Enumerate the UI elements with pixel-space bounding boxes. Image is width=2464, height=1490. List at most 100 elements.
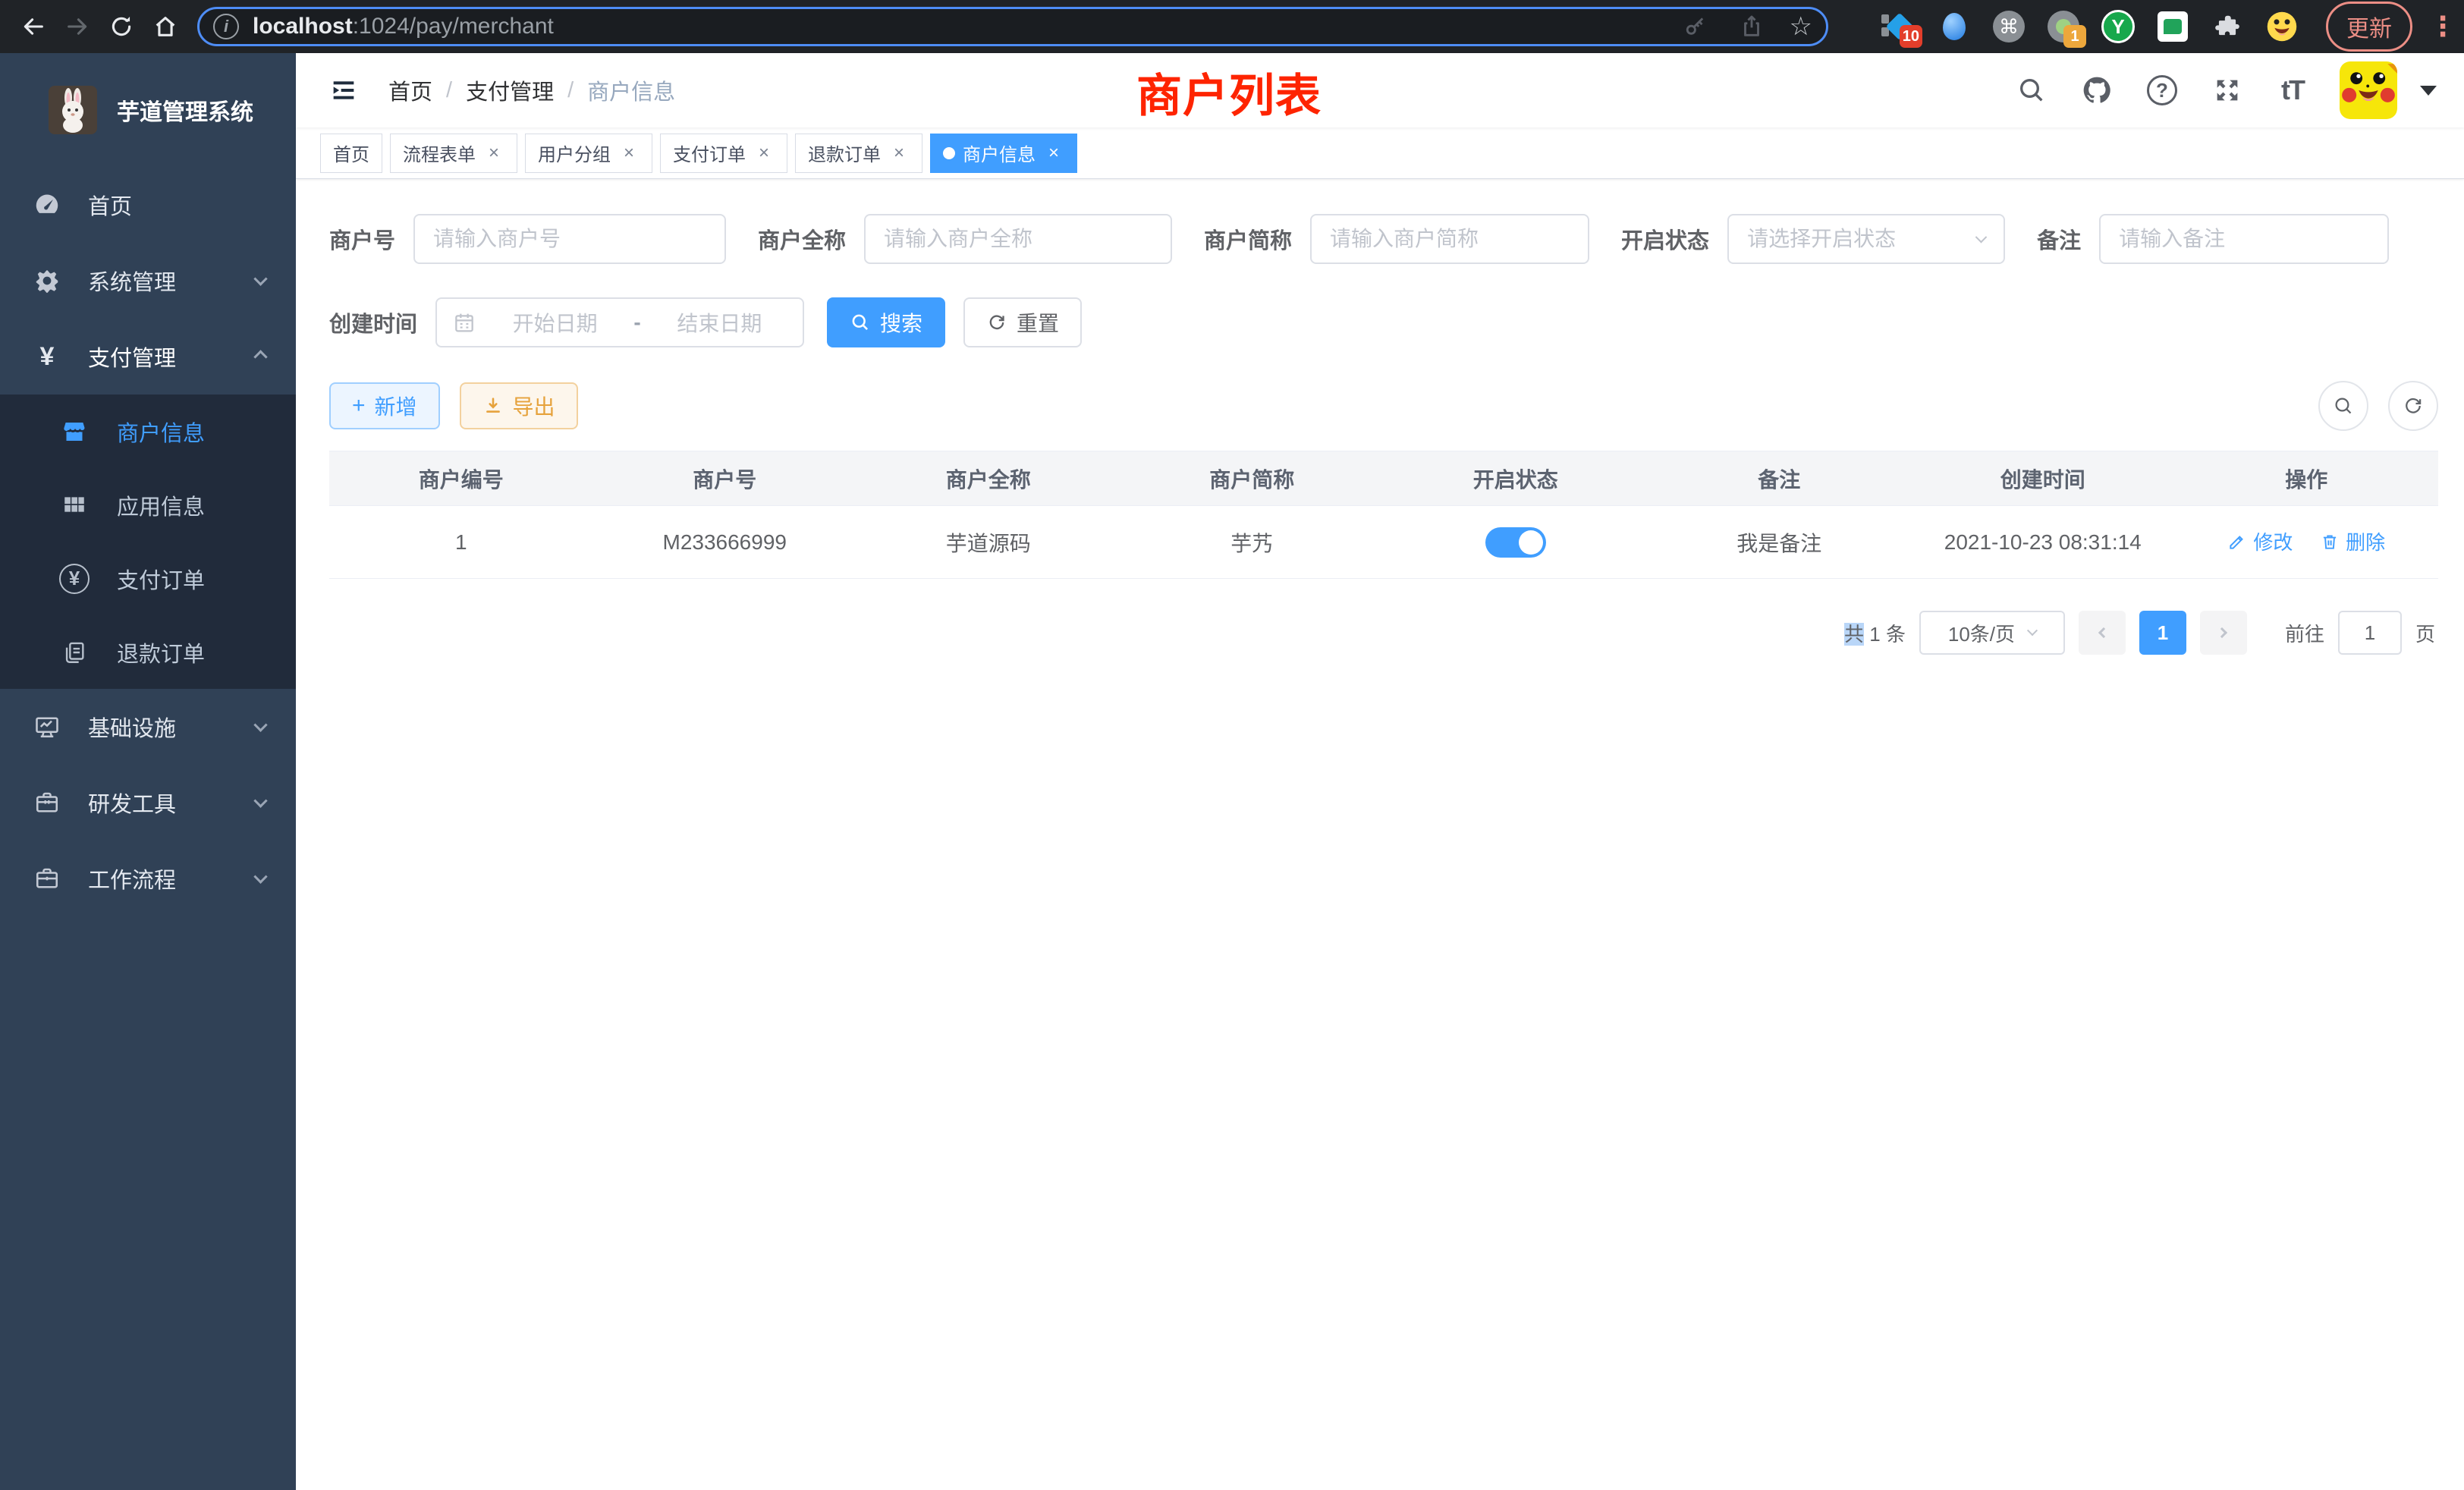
briefcase-icon [30,862,64,895]
cell-short-name: 芋艿 [1120,506,1384,579]
table-header-row: 商户编号 商户号 商户全称 商户简称 开启状态 备注 创建时间 操作 [329,451,2438,506]
tab-refund-order[interactable]: 退款订单× [795,134,922,173]
short-name-input[interactable] [1310,214,1589,264]
cell-merchant-name: 芋道源码 [856,506,1120,579]
sidebar-item-pay[interactable]: ¥ 支付管理 [0,319,296,395]
extension-y-icon[interactable]: Y [2101,10,2135,43]
merchant-no-label: 商户号 [329,223,395,255]
extension-diamond-icon[interactable]: 10 [1883,10,1916,43]
breadcrumb-home[interactable]: 首页 [388,74,432,106]
sidebar-item-home[interactable]: 首页 [0,167,296,243]
status-label: 开启状态 [1621,223,1709,255]
app-logo[interactable]: 芋道管理系统 [0,53,296,167]
breadcrumb-current: 商户信息 [587,74,675,106]
help-icon[interactable]: ? [2144,72,2180,108]
browser-home-button[interactable] [146,7,185,46]
github-icon[interactable] [2079,72,2115,108]
prev-page-button[interactable] [2079,611,2126,655]
breadcrumb: 首页 / 支付管理 / 商户信息 [388,74,675,106]
tags-view: 首页 流程表单× 用户分组× 支付订单× 退款订单× 商户信息× [296,127,2464,179]
col-merchant-id: 商户编号 [329,451,593,506]
pay-submenu: 商户信息 应用信息 ¥ 支付订单 退款订单 [0,395,296,689]
start-date-placeholder: 开始日期 [487,307,623,338]
export-button[interactable]: 导出 [460,382,578,429]
create-time-label: 创建时间 [329,306,417,338]
col-create-time: 创建时间 [1911,451,2175,506]
password-key-icon[interactable] [1677,8,1714,45]
status-select-input[interactable] [1727,214,2005,264]
yen-circle-icon: ¥ [58,562,91,596]
tab-pay-order[interactable]: 支付订单× [660,134,787,173]
add-button[interactable]: + 新增 [329,382,440,429]
font-size-icon[interactable]: tT [2274,72,2311,108]
avatar-dropdown-caret[interactable] [2420,86,2437,96]
tab-flow-form[interactable]: 流程表单× [390,134,517,173]
tab-home[interactable]: 首页 [320,134,382,173]
date-range-picker[interactable]: 开始日期 - 结束日期 [435,297,804,347]
fullscreen-icon[interactable] [2209,72,2246,108]
merchant-name-input[interactable] [864,214,1172,264]
merchant-no-input[interactable] [413,214,726,264]
dashboard-icon [30,188,64,222]
site-info-icon[interactable]: i [213,14,239,39]
sidebar-item-system[interactable]: 系统管理 [0,243,296,319]
document-icon [58,636,91,669]
sidebar-item-workflow[interactable]: 工作流程 [0,841,296,916]
breadcrumb-pay[interactable]: 支付管理 [466,74,554,106]
table-row: 1 M233666999 芋道源码 芋艿 我是备注 2021-10-23 08:… [329,506,2438,579]
user-avatar[interactable] [2340,61,2397,119]
extension-proxy-icon[interactable]: 1 [2047,10,2080,43]
browser-reload-button[interactable] [102,7,141,46]
sidebar-item-dev-tools[interactable]: 研发工具 [0,765,296,841]
page-1-button[interactable]: 1 [2139,611,2186,655]
delete-link[interactable]: 删除 [2320,527,2385,555]
pagination-total: 共 1 条 [1844,619,1906,647]
col-actions: 操作 [2175,451,2439,506]
extension-command-icon[interactable]: ⌘ [1992,10,2026,43]
share-icon[interactable] [1733,8,1770,45]
close-icon[interactable]: × [1043,143,1064,164]
hide-search-button[interactable] [2318,381,2368,431]
chevron-down-icon [253,794,267,807]
page-unit-label: 页 [2415,619,2435,647]
merchant-table: 商户编号 商户号 商户全称 商户简称 开启状态 备注 创建时间 操作 1 M23… [329,451,2438,579]
search-button[interactable]: 搜索 [827,297,945,347]
status-toggle[interactable] [1485,527,1546,558]
close-icon[interactable]: × [618,143,640,164]
close-icon[interactable]: × [483,143,504,164]
extension-balloon-icon[interactable] [1938,10,1971,43]
remark-input[interactable] [2099,214,2389,264]
sidebar-item-merchant-info[interactable]: 商户信息 [0,395,296,468]
sidebar-item-app-info[interactable]: 应用信息 [0,468,296,542]
reset-button[interactable]: 重置 [963,297,1082,347]
close-icon[interactable]: × [888,143,910,164]
browser-menu-icon[interactable]: ⋮ [2429,11,2456,42]
sidebar-item-infra[interactable]: 基础设施 [0,689,296,765]
edit-link[interactable]: 修改 [2227,527,2293,555]
pagination: 共 1 条 10条/页 1 前往 页 [329,611,2438,655]
extension-emoji-icon[interactable] [2265,10,2299,43]
browser-back-button[interactable] [14,7,53,46]
address-bar[interactable]: i localhost:1024/pay/merchant ☆ [197,7,1828,46]
sidebar-item-pay-order[interactable]: ¥ 支付订单 [0,542,296,615]
tab-user-group[interactable]: 用户分组× [525,134,652,173]
tab-merchant-info[interactable]: 商户信息× [930,134,1077,173]
goto-page-input[interactable] [2338,611,2402,655]
search-icon[interactable] [2013,72,2050,108]
refresh-button[interactable] [2388,381,2438,431]
col-merchant-name: 商户全称 [856,451,1120,506]
browser-forward-button[interactable] [58,7,97,46]
col-remark: 备注 [1648,451,1912,506]
sidebar-fold-icon[interactable] [319,65,369,115]
extension-chat-icon[interactable] [2156,10,2189,43]
sidebar-item-refund-order[interactable]: 退款订单 [0,615,296,689]
next-page-button[interactable] [2200,611,2247,655]
close-icon[interactable]: × [753,143,775,164]
page-size-select[interactable]: 10条/页 [1919,611,2065,655]
bookmark-star-icon[interactable]: ☆ [1790,11,1812,42]
cell-create-time: 2021-10-23 08:31:14 [1911,506,2175,579]
status-select[interactable] [1727,214,2005,264]
extensions-puzzle-icon[interactable] [2211,10,2244,43]
browser-update-button[interactable]: 更新 [2326,2,2412,52]
goto-label: 前往 [2285,619,2324,647]
